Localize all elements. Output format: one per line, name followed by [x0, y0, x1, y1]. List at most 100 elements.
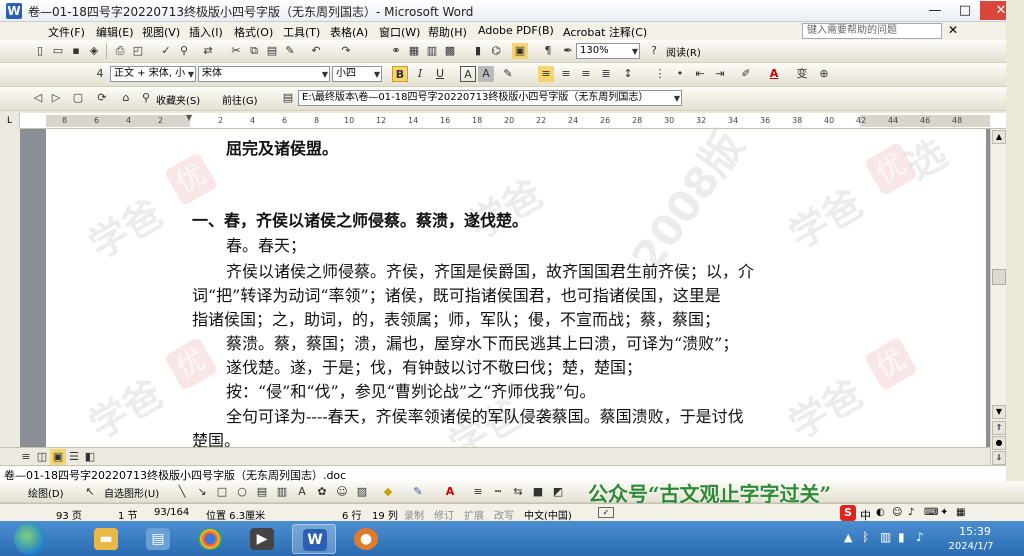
menu-format[interactable]: 格式(O) — [234, 24, 273, 40]
permission-icon[interactable]: ◈ — [86, 43, 102, 59]
read-button[interactable]: 阅读(R) — [666, 44, 701, 59]
increase-indent-icon[interactable]: ⇥ — [712, 66, 728, 82]
help-icon[interactable]: ? — [646, 43, 662, 59]
spelling-status-icon[interactable]: ✓ — [598, 507, 614, 518]
font-color-icon[interactable]: A — [766, 66, 782, 82]
hyperlink-icon[interactable]: ⚭ — [388, 43, 404, 59]
diagram-icon[interactable]: ✿ — [314, 484, 330, 500]
style-select[interactable]: 正文 + 宋体, 小 ▼ — [110, 66, 196, 82]
arrow-style-icon[interactable]: ⇆ — [510, 484, 526, 500]
horizontal-ruler[interactable]: L 8 6 4 2 2 4 6 8 10 12 14 16 18 20 22 2… — [0, 113, 1024, 129]
power-icon[interactable]: ▮ — [898, 530, 905, 544]
menu-adobe-pdf[interactable]: Adobe PDF(B) — [478, 24, 554, 37]
refresh-icon[interactable]: ⟳ — [94, 90, 110, 106]
fill-color-icon[interactable]: ◆ — [380, 484, 396, 500]
taskbar-explorer[interactable]: ▬ — [84, 524, 128, 554]
line-icon[interactable]: ╲ — [174, 484, 190, 500]
address-input[interactable]: E:\最终版本\卷—01-18四号字20220713终极版小四号字版（无东周列国… — [298, 90, 682, 106]
menu-view[interactable]: 视图(V) — [142, 24, 180, 40]
taskbar-word[interactable]: W — [292, 524, 336, 554]
insert-excel-icon[interactable]: ▩ — [442, 43, 458, 59]
scroll-down-icon[interactable]: ▼ — [992, 405, 1006, 419]
new-document-icon[interactable]: ▯ — [32, 43, 48, 59]
drawing-icon[interactable]: ⌬ — [488, 43, 504, 59]
maximize-button[interactable]: □ — [950, 1, 980, 20]
save-icon[interactable]: ▪ — [68, 43, 84, 59]
scroll-up-icon[interactable]: ▲ — [992, 130, 1006, 144]
show-web-toolbar-icon[interactable]: ▤ — [280, 90, 296, 106]
network-icon[interactable]: ▥ — [880, 530, 891, 544]
research-icon[interactable]: ⚲ — [176, 43, 192, 59]
bullets-icon[interactable]: • — [672, 66, 688, 82]
ime-skin-icon[interactable]: ✦ — [940, 507, 948, 518]
open-folder-icon[interactable]: ▭ — [50, 43, 66, 59]
clock-date[interactable]: 2024/1/7 — [936, 541, 1006, 552]
goto-menu[interactable]: 前往(G) — [222, 92, 258, 107]
taskbar-chrome[interactable] — [188, 524, 232, 554]
oval-icon[interactable]: ○ — [234, 484, 250, 500]
decrease-indent-icon[interactable]: ⇤ — [692, 66, 708, 82]
browse-object-icon[interactable]: ● — [992, 436, 1006, 450]
align-right-icon[interactable]: ≡ — [578, 66, 594, 82]
help-search-input[interactable]: 键入需要帮助的问题 — [802, 23, 942, 39]
numbering-icon[interactable]: ⋮ — [652, 66, 668, 82]
document-page[interactable]: 学爸 优 学爸 2008版 学爸 优 选 学爸 优 学爸 优 学爸 屈完及诸侯盟… — [46, 122, 986, 468]
status-extend[interactable]: 扩展 — [464, 507, 484, 522]
clock-time[interactable]: 15:39 — [950, 525, 1000, 538]
taskbar-recorder[interactable]: ● — [344, 524, 388, 554]
dash-style-icon[interactable]: ┅ — [490, 484, 506, 500]
bluetooth-icon[interactable]: ᛒ — [862, 530, 869, 544]
align-center-icon[interactable]: ≡ — [558, 66, 574, 82]
show-hide-icon[interactable]: ¶ — [540, 43, 556, 59]
character-shading-button[interactable]: A — [478, 66, 494, 82]
menu-window[interactable]: 窗口(W) — [379, 24, 420, 40]
menu-help[interactable]: 帮助(H) — [428, 24, 467, 40]
menu-table[interactable]: 表格(A) — [330, 24, 368, 40]
status-record[interactable]: 录制 — [404, 507, 424, 522]
ime-symbol-icon[interactable]: ☺ — [892, 507, 902, 518]
textbox-icon[interactable]: ▤ — [254, 484, 270, 500]
sogou-ime-icon[interactable]: S — [840, 505, 856, 521]
arrow-icon[interactable]: ↘ — [194, 484, 210, 500]
distributed-icon[interactable]: ≣ — [598, 66, 614, 82]
styles-pane-icon[interactable]: 4 — [92, 66, 108, 82]
cut-icon[interactable]: ✂ — [228, 43, 244, 59]
next-page-icon[interactable]: ⇓ — [992, 451, 1006, 465]
phonetic-icon[interactable]: 变 — [794, 66, 810, 82]
undo-icon[interactable]: ↶ — [308, 43, 324, 59]
line-color-icon[interactable]: ✎ — [410, 484, 426, 500]
tab-selector[interactable]: L — [0, 113, 20, 129]
character-border-button[interactable]: A — [460, 66, 476, 82]
first-line-indent-marker[interactable]: ▼ — [186, 113, 192, 122]
ime-voice-icon[interactable]: ♪ — [908, 507, 914, 518]
tables-borders-icon[interactable]: ▦ — [406, 43, 422, 59]
line-spacing-icon[interactable]: ↕ — [620, 66, 636, 82]
print-icon[interactable]: ⎙ — [112, 43, 128, 59]
bold-button[interactable]: B — [392, 66, 408, 82]
print-preview-icon[interactable]: ◰ — [130, 43, 146, 59]
status-overtype[interactable]: 改写 — [494, 507, 514, 522]
search-web-icon[interactable]: ⚲ — [138, 90, 154, 106]
doc-close-icon[interactable]: ✕ — [948, 23, 958, 37]
3d-icon[interactable]: ◩ — [550, 484, 566, 500]
underline-button[interactable]: U — [432, 66, 448, 82]
italic-button[interactable]: I — [412, 66, 428, 82]
stop-icon[interactable]: ▢ — [70, 90, 86, 106]
draw-font-color-icon[interactable]: A — [442, 484, 458, 500]
previous-page-icon[interactable]: ⇑ — [992, 421, 1006, 435]
menu-insert[interactable]: 插入(I) — [189, 24, 223, 40]
reading-view-icon[interactable]: ◧ — [82, 449, 98, 465]
redo-icon[interactable]: ↷ — [338, 43, 354, 59]
web-view-icon[interactable]: ◫ — [34, 449, 50, 465]
vertical-textbox-icon[interactable]: ▥ — [274, 484, 290, 500]
taskbar-media[interactable]: ▶ — [240, 524, 284, 554]
vertical-ruler[interactable] — [0, 129, 20, 465]
spelling-icon[interactable]: ✓ — [158, 43, 174, 59]
shadow-icon[interactable]: ■ — [530, 484, 546, 500]
taskbar-files[interactable]: ▤ — [136, 524, 180, 554]
document-tab[interactable]: 卷—01-18四号字20220713终极版小四号字版（无东周列国志）.doc — [0, 465, 1006, 482]
document-map-icon[interactable]: ▣ — [512, 43, 528, 59]
normal-view-icon[interactable]: ≡ — [18, 449, 34, 465]
autoshapes-menu[interactable]: 自选图形(U) — [104, 485, 159, 500]
menu-file[interactable]: 文件(F) — [48, 24, 85, 40]
